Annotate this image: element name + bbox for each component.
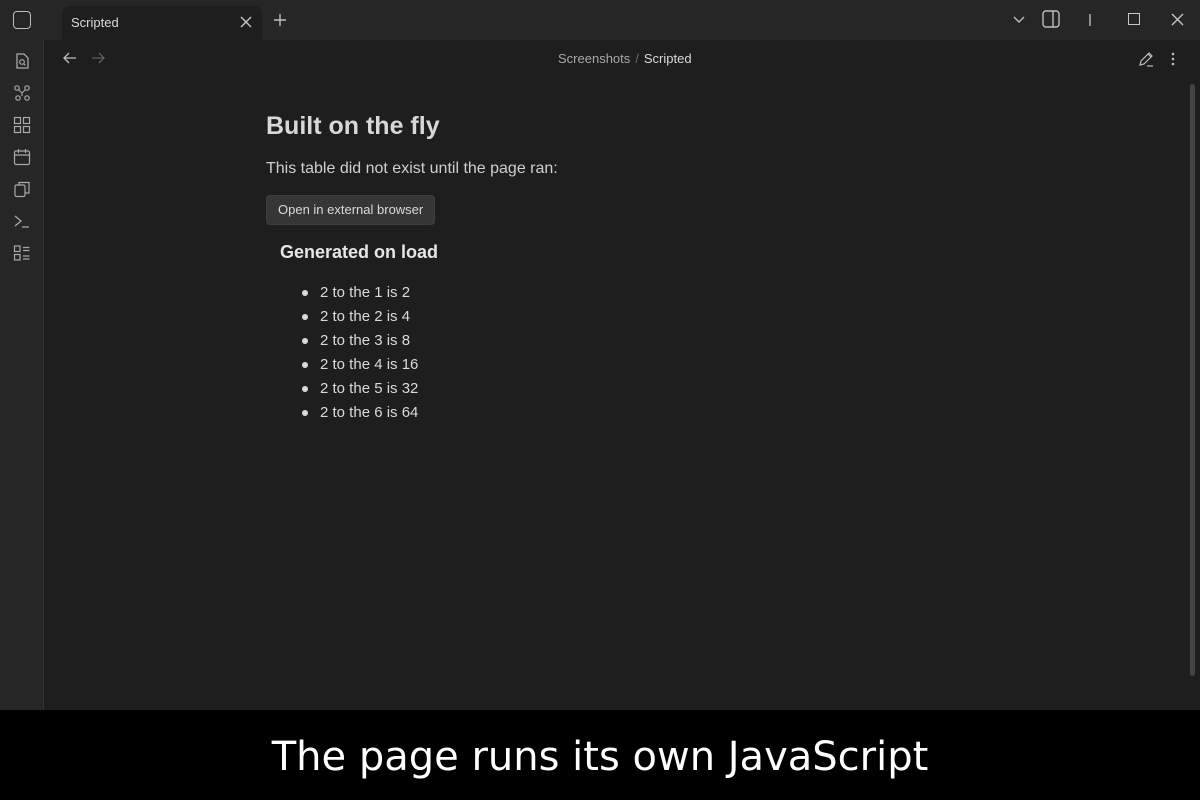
calendar-icon[interactable] <box>13 148 31 166</box>
breadcrumb-separator: / <box>635 51 639 66</box>
list-item-text: 2 to the 2 is 4 <box>320 308 411 325</box>
powers-list: 2 to the 1 is 2 2 to the 2 is 4 2 to the… <box>302 283 966 427</box>
breadcrumb-current[interactable]: Scripted <box>644 51 692 66</box>
chevron-down-icon[interactable] <box>1012 14 1026 26</box>
list-item: 2 to the 3 is 8 <box>302 331 966 355</box>
maximize-icon[interactable] <box>1128 13 1140 25</box>
list-item: 2 to the 5 is 32 <box>302 379 966 403</box>
list-item-text: 2 to the 1 is 2 <box>320 284 411 301</box>
breadcrumb: Screenshots / Scripted <box>558 51 692 66</box>
sidebar-toggle-icon[interactable] <box>13 11 31 29</box>
list-item: 2 to the 6 is 64 <box>302 403 966 427</box>
bullet-icon <box>302 290 308 296</box>
bullet-icon <box>302 410 308 416</box>
outline-icon[interactable] <box>13 244 31 262</box>
arrow-left-icon[interactable] <box>62 51 78 65</box>
more-options-icon[interactable] <box>1170 51 1176 67</box>
list-item-text: 2 to the 5 is 32 <box>320 380 419 397</box>
caption-text: The page runs its own JavaScript <box>271 734 929 780</box>
arrow-right-icon[interactable] <box>90 51 106 65</box>
close-icon[interactable] <box>1170 12 1185 27</box>
file-search-icon[interactable] <box>13 52 31 70</box>
caption-band: The page runs its own JavaScript <box>0 710 1200 800</box>
copy-icon[interactable] <box>13 180 31 198</box>
tab-scripted[interactable]: Scripted <box>62 6 262 40</box>
page-title: Built on the fly <box>266 112 440 140</box>
note-content: Built on the fly This table did not exis… <box>266 112 966 427</box>
split-pane-icon[interactable] <box>1042 10 1060 28</box>
plus-icon[interactable] <box>272 12 288 28</box>
bullet-icon <box>302 386 308 392</box>
list-item-text: 2 to the 4 is 16 <box>320 356 419 373</box>
list-item: 2 to the 4 is 16 <box>302 355 966 379</box>
close-icon[interactable] <box>238 14 254 30</box>
tab-title: Scripted <box>71 15 119 30</box>
bullet-icon <box>302 362 308 368</box>
left-ribbon <box>0 40 44 710</box>
bullet-icon <box>302 314 308 320</box>
terminal-icon[interactable] <box>13 212 31 230</box>
breadcrumb-parent[interactable]: Screenshots <box>558 51 630 66</box>
scrollbar[interactable] <box>1190 84 1195 676</box>
graph-icon[interactable] <box>13 84 31 102</box>
list-item-text: 2 to the 6 is 64 <box>320 404 419 421</box>
title-bar: Scripted <box>0 0 1200 40</box>
open-external-browser-button[interactable]: Open in external browser <box>266 195 436 225</box>
list-item: 2 to the 1 is 2 <box>302 283 966 307</box>
minimize-icon[interactable] <box>1083 12 1097 28</box>
intro-text: This table did not exist until the page … <box>266 160 558 177</box>
bullet-icon <box>302 338 308 344</box>
pencil-icon[interactable] <box>1138 51 1154 67</box>
generated-heading: Generated on load <box>280 242 439 262</box>
note-view: Screenshots / Scripted Built on the fly Th… <box>44 40 1200 710</box>
canvas-icon[interactable] <box>13 116 31 134</box>
list-item: 2 to the 2 is 4 <box>302 307 966 331</box>
list-item-text: 2 to the 3 is 8 <box>320 332 411 349</box>
